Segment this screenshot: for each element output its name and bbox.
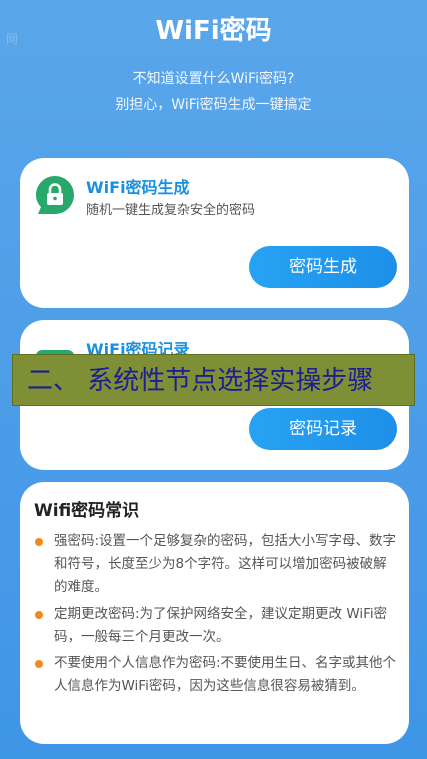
tip-text: 定期更改密码:为了保护网络安全，建议定期更改 WiFi密码，一般每三个月更改一次… [54, 606, 388, 645]
generate-card: WiFi密码生成 随机一键生成复杂安全的密码 密码生成 [20, 158, 409, 308]
subtitle-line-1: 不知道设置什么WiFi密码? [132, 71, 295, 87]
knowledge-card: Wifi密码常识 强密码:设置一个足够复杂的密码，包括大小写字母、数字和符号，长… [20, 482, 409, 744]
tip-item: 强密码:设置一个足够复杂的密码，包括大小写字母、数字和符号，长度至少为8个字符。… [35, 530, 399, 599]
tip-item: 定期更改密码:为了保护网络安全，建议定期更改 WiFi密码，一般每三个月更改一次… [35, 603, 399, 649]
knowledge-card-title: Wifi密码常识 [34, 501, 140, 521]
generate-password-button[interactable]: 密码生成 [249, 246, 397, 288]
bullet-dot-icon [35, 538, 43, 546]
generate-card-description: 随机一键生成复杂安全的密码 [86, 203, 256, 218]
lock-chat-icon [34, 174, 76, 216]
tip-text: 强密码:设置一个足够复杂的密码，包括大小写字母、数字和符号，长度至少为8个字符。… [54, 533, 397, 595]
tip-item: 不要使用个人信息作为密码:不要使用生日、名字或其他个人信息作为WiFi密码，因为… [35, 652, 399, 698]
page-title: WiFi密码 [155, 16, 272, 46]
bullet-dot-icon [35, 611, 43, 619]
overlay-banner: 二、 系统性节点选择实操步骤 [12, 354, 415, 406]
generate-card-title: WiFi密码生成 [86, 178, 190, 197]
password-record-button[interactable]: 密码记录 [249, 408, 397, 450]
subtitle-line-2: 别担心，WiFi密码生成一键搞定 [115, 97, 312, 113]
bullet-dot-icon [35, 660, 43, 668]
tip-text: 不要使用个人信息作为密码:不要使用生日、名字或其他个人信息作为WiFi密码，因为… [54, 655, 397, 694]
